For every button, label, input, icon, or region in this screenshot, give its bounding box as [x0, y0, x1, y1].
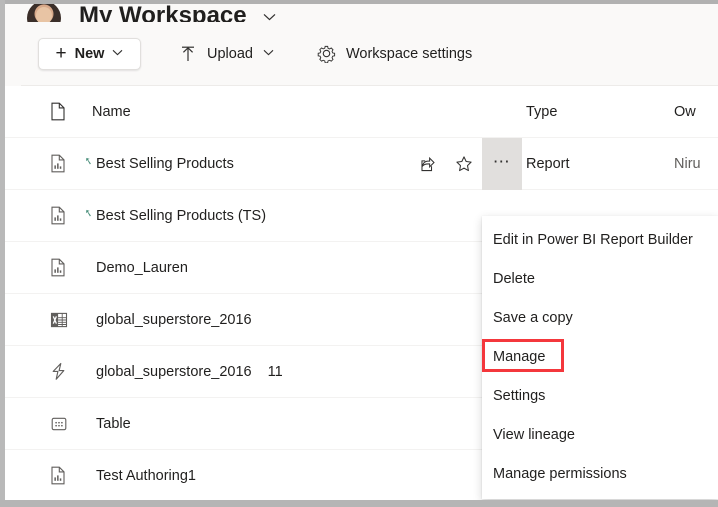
menu-item-view-lineage[interactable]: View lineage	[482, 415, 718, 454]
power-bi-workspace-screen: My Workspace + New Upload Workspace sett…	[0, 0, 718, 507]
menu-item-delete[interactable]: Delete	[482, 259, 718, 298]
row-name: global_superstore_2016	[92, 312, 526, 328]
workspace-settings-button[interactable]: Workspace settings	[311, 38, 478, 70]
upload-button-label: Upload	[207, 45, 253, 62]
table-row[interactable]: ➚ Best Selling Products Report Niru ⋯	[5, 138, 718, 190]
chevron-down-icon	[112, 49, 123, 59]
workspace-settings-label: Workspace settings	[345, 45, 473, 62]
list-column-headers: Name Type Ow	[5, 86, 718, 138]
context-menu: Edit in Power BI Report Builder Delete S…	[482, 216, 718, 499]
report-icon	[50, 466, 92, 485]
chevron-down-icon[interactable]	[263, 9, 276, 22]
window-edge-top	[0, 0, 718, 4]
column-header-owner[interactable]: Ow	[674, 104, 696, 120]
row-name-text: Test Authoring1	[96, 467, 196, 484]
menu-item-manage-permissions[interactable]: Manage permissions	[482, 454, 718, 493]
column-header-name[interactable]: Name	[92, 104, 526, 120]
row-name: ➚ Best Selling Products (TS)	[83, 207, 526, 224]
ellipsis-glyph: ⋯	[492, 152, 512, 171]
row-action-buttons: ⋯	[410, 138, 522, 190]
plus-icon: +	[55, 42, 67, 64]
dataset-icon	[50, 415, 92, 433]
excel-workbook-icon	[50, 311, 92, 329]
new-button-label: New	[74, 45, 105, 62]
more-options-icon[interactable]: ⋯	[482, 138, 522, 190]
row-name-text: Demo_Lauren	[96, 259, 188, 276]
row-name-count: 11	[267, 363, 283, 380]
avatar	[27, 1, 61, 22]
row-name-text: Table	[96, 415, 131, 432]
menu-item-edit-in-report-builder[interactable]: Edit in Power BI Report Builder	[482, 220, 718, 259]
menu-item-save-a-copy[interactable]: Save a copy	[482, 298, 718, 337]
row-owner: Niru	[674, 155, 701, 172]
row-name: Table	[92, 416, 526, 432]
star-icon[interactable]	[446, 138, 482, 190]
new-button[interactable]: + New	[38, 37, 141, 70]
report-icon	[50, 258, 92, 277]
dataflow-icon	[50, 362, 92, 381]
window-edge-bottom	[0, 500, 718, 507]
row-name-text: Best Selling Products (TS)	[96, 207, 267, 224]
row-name-text: global_superstore_2016	[96, 311, 252, 328]
menu-item-manage[interactable]: Manage	[482, 337, 718, 376]
row-name: global_superstore_2016 11	[92, 364, 526, 380]
gear-icon	[317, 44, 336, 63]
upload-button[interactable]: Upload	[173, 38, 280, 70]
chevron-down-icon	[263, 49, 274, 59]
row-type: Report	[526, 155, 570, 172]
window-edge-left	[0, 0, 5, 507]
document-type-icon	[50, 102, 92, 121]
menu-item-settings[interactable]: Settings	[482, 376, 718, 415]
upload-icon	[179, 45, 197, 63]
share-icon[interactable]	[410, 138, 446, 190]
row-name: Demo_Lauren	[92, 260, 526, 276]
row-name-text: Best Selling Products	[96, 155, 234, 172]
column-header-type[interactable]: Type	[526, 104, 674, 120]
page-title: My Workspace	[79, 2, 247, 23]
row-name-text: global_superstore_2016	[96, 363, 252, 380]
row-name: Test Authoring1	[92, 468, 526, 484]
workspace-toolbar: + New Upload Workspace settings	[5, 22, 718, 85]
